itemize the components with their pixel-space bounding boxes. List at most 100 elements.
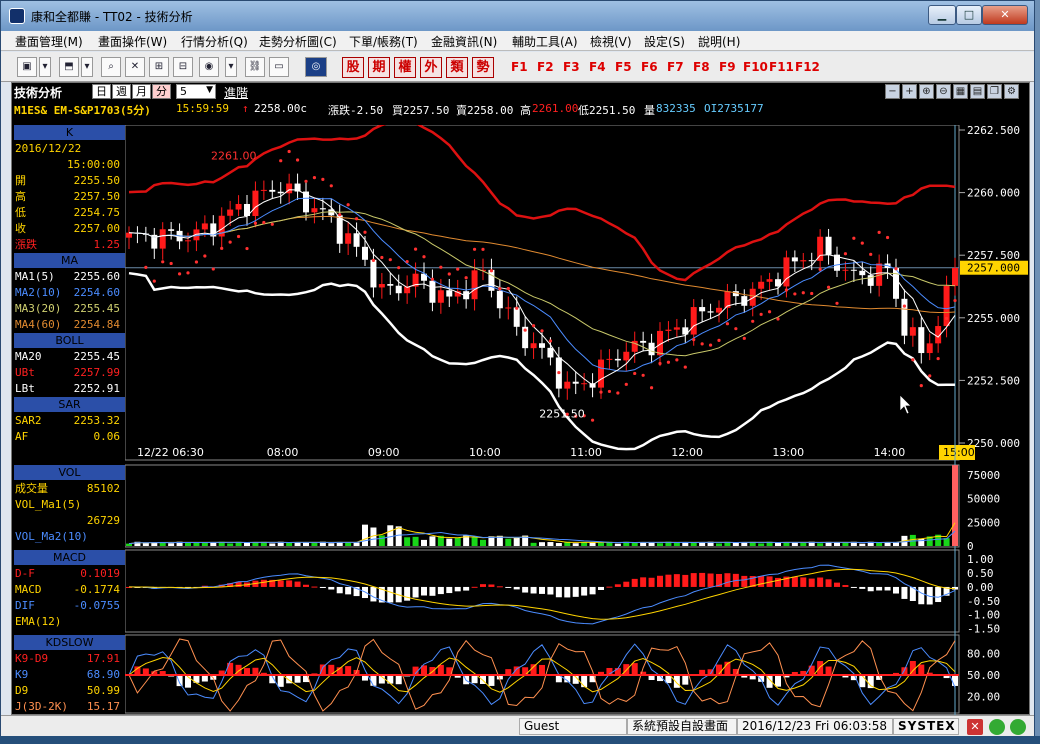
period-button[interactable]: 月 (132, 84, 151, 99)
menu-item[interactable]: 輔助工具(A) (512, 33, 578, 50)
sar-point (456, 267, 460, 271)
candle-body (496, 290, 503, 309)
info-row: D-F 0.1019 (15, 566, 124, 582)
sar-point (304, 179, 308, 183)
sar-point (144, 265, 148, 270)
menu-item[interactable]: 畫面管理(M) (15, 33, 83, 50)
chevron-down-icon[interactable]: ▾ (225, 57, 237, 77)
macd-tick-label: -1.00 (967, 609, 1000, 622)
copy-icon[interactable]: ❐ (987, 84, 1002, 99)
info-row: VOL_Ma2(10) (15, 529, 124, 545)
quote-type-button[interactable]: 外 (420, 57, 442, 78)
candle-body (126, 232, 132, 238)
display-icon[interactable]: ▣ (17, 57, 37, 77)
settings-icon[interactable]: ⚙ (1004, 84, 1019, 99)
menu-item[interactable]: 檢視(V) (590, 33, 632, 50)
macd-histogram-bar (623, 581, 630, 587)
chart-title: 技術分析 (14, 86, 63, 100)
sar-point (607, 389, 612, 394)
print-icon[interactable]: ▤ (970, 84, 985, 99)
panel-header: SAR (14, 397, 125, 412)
zoom-out-icon[interactable]: ⊖ (936, 84, 951, 99)
function-key-button[interactable]: F4 (589, 60, 606, 74)
macd-histogram-bar (741, 575, 748, 587)
advanced-link[interactable]: 進階 (224, 84, 248, 101)
sar-point (515, 306, 519, 310)
quote-type-button[interactable]: 股 (342, 57, 364, 78)
function-key-button[interactable]: F7 (667, 60, 684, 74)
menu-item[interactable]: 下單/帳務(T) (349, 33, 418, 50)
compare-icon[interactable]: ⊟ (173, 57, 193, 77)
globe-icon[interactable]: ◉ (199, 57, 219, 77)
menu-item[interactable]: 設定(S) (644, 33, 685, 50)
chevron-down-icon[interactable]: ▾ (39, 57, 51, 77)
volume-bar (227, 543, 234, 546)
price-tick-label: 2260.000 (967, 187, 1020, 200)
volume-tick-label: 25000 (967, 516, 1000, 529)
quote-type-button[interactable]: 期 (368, 57, 390, 78)
function-key-button[interactable]: F9 (719, 60, 736, 74)
function-key-button[interactable]: F3 (563, 60, 580, 74)
maximize-button[interactable]: □ (956, 5, 982, 25)
function-key-button[interactable]: F1 (511, 60, 528, 74)
quote-type-button[interactable]: 類 (446, 57, 468, 78)
plus-icon[interactable]: + (902, 84, 917, 99)
minus-icon[interactable]: − (885, 84, 900, 99)
function-key-button[interactable]: F11 (769, 60, 794, 74)
macd-histogram-bar (530, 586, 537, 594)
volume-tick-label: 75000 (967, 469, 1000, 482)
info-value: 2257.50 (73, 190, 120, 203)
menu-item[interactable]: 走勢分析圖(C) (259, 33, 337, 50)
macd-histogram-bar (598, 586, 604, 590)
volume-bar (876, 542, 883, 546)
sar-point (422, 255, 426, 259)
chart-svg[interactable]: 2262.500 2260.000 2257.500 2255.000 2252.500… (124, 119, 1029, 715)
function-key-button[interactable]: F10 (743, 60, 768, 74)
period-button[interactable]: 分 (152, 84, 171, 99)
function-key-button[interactable]: F12 (795, 60, 820, 74)
search-icon[interactable]: ⌕ (101, 57, 121, 77)
close-icon[interactable]: ✕ (967, 719, 983, 735)
sar-point (666, 360, 671, 364)
candle-body (370, 259, 377, 288)
interval-select[interactable]: 5 ▼ (176, 84, 216, 99)
function-key-button[interactable]: F2 (537, 60, 554, 74)
sar-point (953, 298, 957, 303)
overlay-icon[interactable]: ▦ (953, 84, 968, 99)
period-button[interactable]: 週 (112, 84, 131, 99)
function-key-button[interactable]: F6 (641, 60, 658, 74)
volume-bar (353, 542, 360, 546)
window-icon[interactable]: ▭ (269, 57, 289, 77)
sar-point (498, 287, 502, 291)
grid-icon[interactable]: ⊞ (149, 57, 169, 77)
macd-histogram-bar (884, 586, 891, 591)
indicator-info-panel: K 2016/12/22 15:00:00 開 2255.50 高 2257.50 低 2254… (12, 125, 125, 715)
chart-area[interactable]: 2262.500 2260.000 2257.500 2255.000 2252.500… (124, 119, 1029, 715)
menu-item[interactable]: 金融資訊(N) (431, 33, 497, 50)
info-label: MA20 (15, 350, 42, 363)
macd-histogram-bar (724, 573, 731, 587)
volume-bar (547, 542, 554, 546)
menu-item[interactable]: 行情分析(Q) (181, 33, 248, 50)
chevron-down-icon[interactable]: ▾ (81, 57, 93, 77)
kd-histogram-bar (631, 663, 638, 675)
function-key-button[interactable]: F8 (693, 60, 710, 74)
info-row: SAR2 2253.32 (15, 413, 124, 429)
minimize-button[interactable]: ▁ (928, 5, 956, 25)
menu-item[interactable]: 說明(H) (698, 33, 740, 50)
zoom-in-icon[interactable]: ⊕ (919, 84, 934, 99)
datetime-status: 2016/12/23 Fri 06:03:58 (737, 718, 893, 735)
logo-icon[interactable]: ◎ (305, 57, 327, 77)
period-button[interactable]: 日 (92, 84, 111, 99)
menu-item[interactable]: 畫面操作(W) (98, 33, 167, 50)
quote-type-button[interactable]: 權 (394, 57, 416, 78)
sar-point (928, 374, 932, 378)
close-button[interactable]: ✕ (982, 5, 1028, 25)
title-bar[interactable]: 康和全都賺 - TT02 - 技術分析 ▁ □ ✕ (1, 1, 1034, 31)
save-icon[interactable]: ⬒ (59, 57, 79, 77)
link-icon[interactable]: ⛓ (245, 57, 265, 77)
volume-ma10-line (128, 530, 956, 545)
function-key-button[interactable]: F5 (615, 60, 632, 74)
quote-type-button[interactable]: 勢 (472, 57, 494, 78)
cross-icon[interactable]: ✕ (125, 57, 145, 77)
